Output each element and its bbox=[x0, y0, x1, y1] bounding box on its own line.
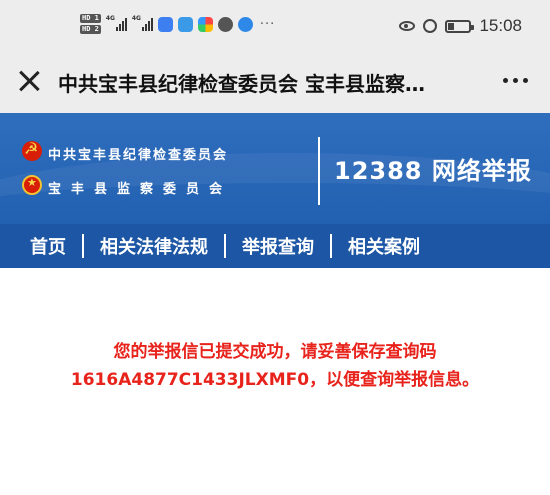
signal-2-icon: 4G bbox=[131, 15, 153, 31]
status-time: 15:08 bbox=[479, 16, 522, 35]
app-notification-icon bbox=[177, 16, 193, 32]
status-bar: HD 1 HD 2 4G 4G ··· 15:08 bbox=[0, 0, 550, 52]
hotline-title: 12388 网络举报 bbox=[334, 157, 532, 185]
more-icon[interactable] bbox=[503, 78, 528, 83]
network-2-label: 4G bbox=[131, 15, 141, 22]
sim1-label: HD 1 bbox=[80, 14, 101, 23]
sim-indicator: HD 1 HD 2 bbox=[80, 14, 101, 34]
nav-divider bbox=[224, 234, 226, 258]
wechat-icon bbox=[217, 16, 233, 32]
app-notification-icon bbox=[237, 16, 253, 32]
battery-icon bbox=[445, 19, 475, 33]
nav-divider bbox=[330, 234, 332, 258]
success-message-line-2: 1616A4877C1433JLXMF0，以便查询举报信息。 bbox=[70, 370, 480, 390]
nav-item-cases[interactable]: 相关案例 bbox=[346, 233, 422, 259]
sim2-label: HD 2 bbox=[80, 25, 101, 34]
nav-divider bbox=[82, 234, 84, 258]
main-nav: 首页 相关法律法规 举报查询 相关案例 bbox=[0, 224, 550, 268]
party-emblem-icon bbox=[22, 139, 42, 161]
more-notifications-icon: ··· bbox=[259, 16, 276, 32]
page-title: 中共宝丰县纪律检查委员会 宝丰县监察… bbox=[58, 72, 425, 96]
signal-1-icon: 4G bbox=[105, 15, 127, 31]
national-emblem-icon bbox=[22, 175, 42, 195]
title-bar: 中共宝丰县纪律检查委员会 宝丰县监察… bbox=[0, 52, 550, 113]
nav-item-home[interactable]: 首页 bbox=[28, 233, 68, 259]
close-icon[interactable] bbox=[16, 68, 42, 94]
status-left: HD 1 HD 2 4G 4G ··· bbox=[80, 14, 275, 34]
org-name-line-2: 宝丰县监察委员会 bbox=[48, 182, 233, 197]
org-name-line-1: 中共宝丰县纪律检查委员会 bbox=[48, 148, 229, 163]
nav-item-query[interactable]: 举报查询 bbox=[240, 233, 316, 259]
success-message-line-1: 您的举报信已提交成功，请妥善保存查询码 bbox=[113, 342, 437, 362]
site-banner: 中共宝丰县纪律检查委员会 宝丰县监察委员会 12388 网络举报 bbox=[0, 113, 550, 224]
app-notification-icon bbox=[157, 16, 173, 32]
success-message: 您的举报信已提交成功，请妥善保存查询码 1616A4877C1433JLXMF0… bbox=[0, 338, 550, 394]
alarm-icon bbox=[423, 19, 438, 33]
banner-divider bbox=[318, 137, 320, 205]
app-notification-icon bbox=[197, 16, 213, 32]
eye-icon bbox=[399, 21, 416, 31]
network-1-label: 4G bbox=[105, 15, 115, 22]
nav-item-laws[interactable]: 相关法律法规 bbox=[98, 233, 210, 259]
main-content: 您的举报信已提交成功，请妥善保存查询码 1616A4877C1433JLXMF0… bbox=[0, 268, 550, 495]
status-right: 15:08 bbox=[399, 16, 522, 36]
